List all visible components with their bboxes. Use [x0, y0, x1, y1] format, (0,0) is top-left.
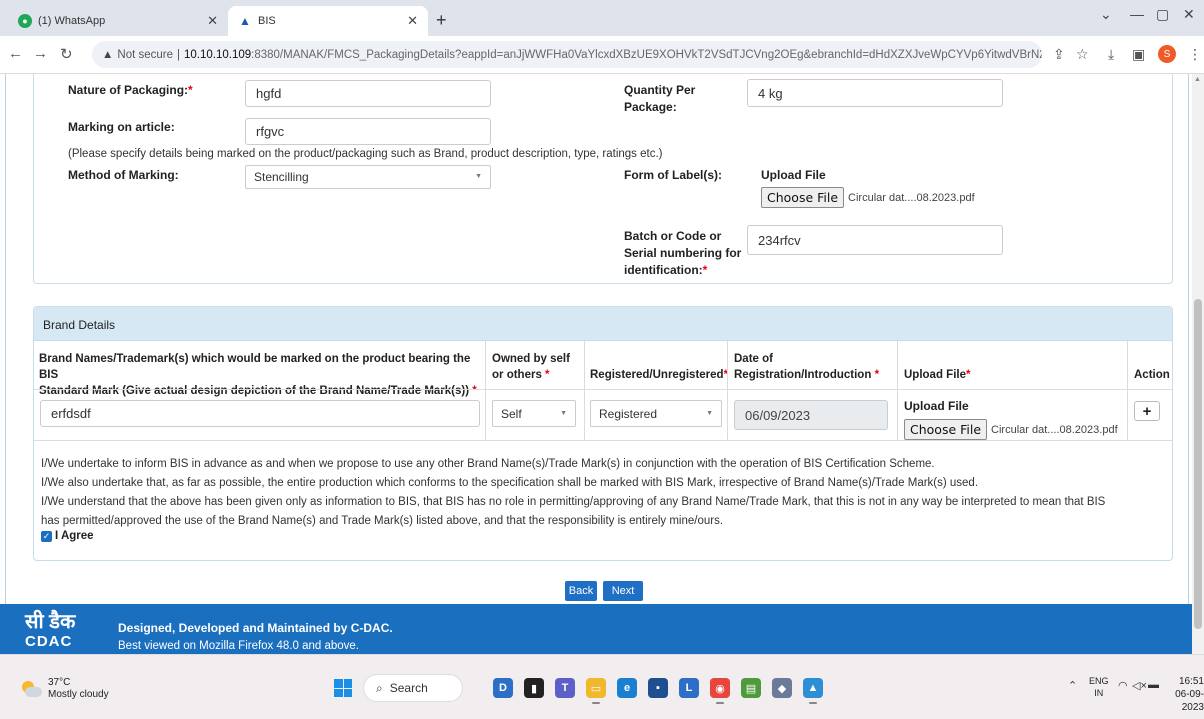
page-scrollbar[interactable]: ▲: [1192, 74, 1204, 654]
back-button[interactable]: Back: [565, 581, 597, 601]
tray-overflow-icon[interactable]: ⌃: [1068, 679, 1077, 692]
close-tab-icon[interactable]: ✕: [207, 13, 218, 29]
next-button[interactable]: Next: [603, 581, 643, 601]
bis-icon: ▲: [239, 14, 251, 28]
back-arrow-icon[interactable]: ←: [8, 45, 23, 62]
store-icon[interactable]: ▪: [648, 678, 668, 698]
cdac-logo: सी डैक CDAC: [25, 611, 76, 650]
language-indicator[interactable]: ENG IN: [1089, 675, 1109, 699]
declaration-line-3b: has permitted/approved the use of the Br…: [41, 515, 724, 527]
warning-icon: ▲: [102, 48, 114, 61]
windows-start-icon[interactable]: [334, 679, 352, 697]
close-tab-icon[interactable]: ✕: [407, 13, 418, 29]
footer-browser-note: Best viewed on Mozilla Firefox 48.0 and …: [118, 640, 359, 652]
partly-cloudy-icon: [20, 681, 42, 697]
tab-whatsapp[interactable]: ● (1) WhatsApp ✕: [8, 6, 228, 36]
tab-title: BIS: [258, 15, 276, 27]
weather-widget[interactable]: 37°C Mostly cloudy: [20, 677, 109, 701]
agree-checkbox-row[interactable]: ✓ I Agree: [41, 530, 94, 542]
search-label: Search: [389, 681, 428, 695]
page-viewport: Nature of Packaging:* hgfd Marking on ar…: [0, 74, 1192, 654]
tab-list-icon[interactable]: ⌄: [1100, 6, 1112, 23]
dell-icon[interactable]: D: [493, 678, 513, 698]
speaker-icon[interactable]: ◁×: [1132, 679, 1147, 692]
maximize-icon[interactable]: ▢: [1156, 6, 1169, 23]
url-field[interactable]: ▲ Not secure | 10.10.10.109 :8380/MANAK/…: [92, 41, 1042, 68]
database-icon[interactable]: ◆: [772, 678, 792, 698]
teams-icon[interactable]: T: [555, 678, 575, 698]
tab-title: (1) WhatsApp: [38, 15, 106, 27]
scroll-up-icon[interactable]: ▲: [1194, 76, 1201, 83]
clock-date: 06-09-2023: [1175, 689, 1204, 713]
url-path: :8380/MANAK/FMCS_PackagingDetails?eappId…: [251, 48, 1042, 61]
minimize-icon[interactable]: —: [1130, 6, 1144, 22]
search-icon: ⌕: [376, 680, 383, 695]
menu-icon[interactable]: ⋮: [1188, 46, 1202, 63]
bookmark-star-icon[interactable]: ☆: [1076, 46, 1089, 63]
address-bar: ← → ↻ ▲ Not secure | 10.10.10.109 :8380/…: [0, 36, 1204, 74]
url-host: 10.10.10.109: [184, 48, 252, 61]
reload-icon[interactable]: ↻: [60, 45, 73, 63]
scrollbar-thumb[interactable]: [1194, 299, 1202, 629]
l-app-icon[interactable]: L: [679, 678, 699, 698]
taskbar-search[interactable]: ⌕ Search: [363, 674, 463, 702]
side-panel-icon[interactable]: ▣: [1132, 46, 1145, 63]
new-tab-button[interactable]: +: [436, 10, 447, 31]
whatsapp-icon: ●: [18, 14, 32, 28]
task-view-icon[interactable]: ▮: [524, 678, 544, 698]
close-window-icon[interactable]: ✕: [1183, 6, 1195, 23]
edge-icon[interactable]: e: [617, 678, 637, 698]
temperature: 37°C: [48, 677, 71, 688]
url-divider: |: [177, 48, 180, 61]
agree-checkbox[interactable]: ✓: [41, 530, 52, 542]
agree-label: I Agree: [55, 530, 94, 542]
share-icon[interactable]: ⇪: [1053, 46, 1065, 63]
declaration-line-2: I/We also undertake that, as far as poss…: [41, 477, 979, 489]
weather-condition: Mostly cloudy: [48, 689, 109, 700]
site-footer: सी डैक CDAC Designed, Developed and Main…: [0, 604, 1192, 654]
excel-icon[interactable]: ▤: [741, 678, 761, 698]
tab-bis[interactable]: ▲ BIS ✕: [228, 6, 428, 36]
chrome-icon[interactable]: ◉: [710, 678, 730, 704]
browser-tab-strip: ● (1) WhatsApp ✕ ▲ BIS ✕ + ⌄ — ▢ ✕: [0, 0, 1204, 36]
security-status: Not secure: [117, 48, 173, 61]
system-clock[interactable]: 16:51 06-09-2023: [1158, 675, 1204, 714]
forward-arrow-icon[interactable]: →: [33, 45, 48, 62]
declaration-block: I/We undertake to inform BIS in advance …: [33, 74, 1173, 654]
clock-time: 16:51: [1178, 676, 1204, 687]
photos-icon[interactable]: ▲: [803, 678, 823, 704]
windows-taskbar: 37°C Mostly cloudy ⌕ Search D ▮ T ▭ e ▪ L…: [0, 654, 1204, 719]
file-explorer-icon[interactable]: ▭: [586, 678, 606, 704]
footer-credit: Designed, Developed and Maintained by C-…: [118, 621, 393, 635]
profile-avatar[interactable]: S: [1158, 45, 1176, 63]
declaration-line-1: I/We undertake to inform BIS in advance …: [41, 458, 935, 470]
download-icon[interactable]: ⤓: [1108, 46, 1114, 63]
declaration-line-3a: I/We understand that the above has been …: [41, 496, 1106, 508]
wifi-icon[interactable]: ◠: [1118, 679, 1128, 692]
